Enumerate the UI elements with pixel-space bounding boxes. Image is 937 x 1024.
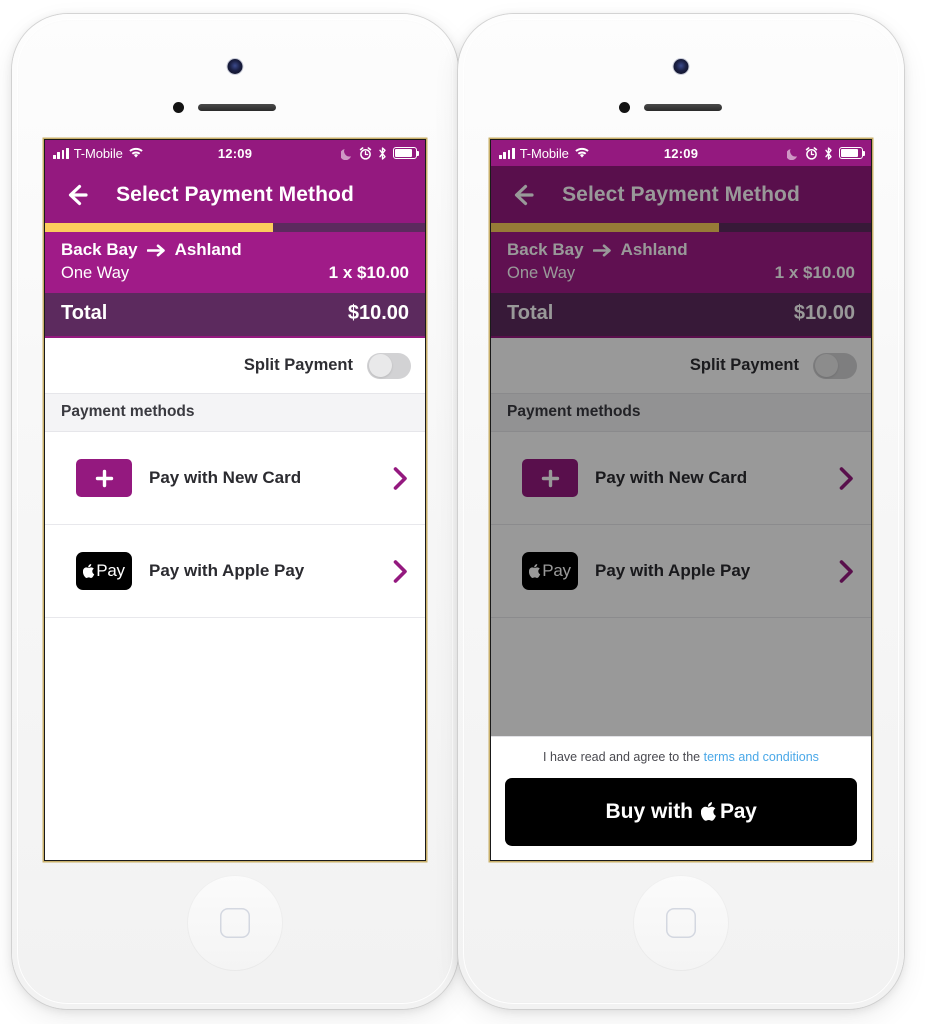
split-payment-label: Split Payment <box>243 356 353 374</box>
terms-prefix: I have read and agree to the <box>543 749 704 764</box>
apple-logo-icon <box>701 801 716 821</box>
trip-summary: Back Bay Ashland One Way 1 x $10.00 <box>45 232 425 293</box>
do-not-disturb-moon-icon <box>341 148 351 160</box>
earpiece-speaker-icon <box>644 104 722 111</box>
payment-method-row-new-card[interactable]: Pay with New Card <box>45 432 425 525</box>
nav-bar: Select Payment Method <box>491 166 871 223</box>
right-arrow-icon <box>146 244 165 256</box>
trip-origin: Back Bay <box>507 240 584 259</box>
back-arrow-icon[interactable] <box>61 180 91 210</box>
payment-methods-list: Pay with New Card Pay Pay with Apple Pay <box>45 432 425 860</box>
back-arrow-icon[interactable] <box>507 180 537 210</box>
apple-pay-text: Pay <box>96 561 125 580</box>
battery-icon <box>393 147 420 159</box>
phone-device-left: T-Mobile 12:09 Select Payment Method Bac… <box>12 14 458 1009</box>
trip-destination: Ashland <box>620 240 688 259</box>
status-bar: T-Mobile 12:09 <box>45 140 425 166</box>
home-button-square-icon <box>220 908 250 938</box>
home-button-square-icon <box>666 908 696 938</box>
apple-pay-text: Pay <box>542 561 571 580</box>
chevron-right-icon <box>839 559 853 583</box>
buy-with-apple-pay-button[interactable]: Buy with Pay <box>505 778 857 846</box>
alarm-clock-icon <box>805 146 818 160</box>
bluetooth-icon <box>825 146 832 160</box>
payment-method-label: Pay with New Card <box>149 468 302 487</box>
checkout-progress-bar <box>491 223 871 232</box>
nav-bar: Select Payment Method <box>45 166 425 223</box>
status-bar: T-Mobile 12:09 <box>491 140 871 166</box>
phone-screen-right: T-Mobile 12:09 Select Payment Method Bac… <box>490 139 872 861</box>
page-title: Select Payment Method <box>562 182 800 206</box>
progress-fill <box>491 223 719 232</box>
payment-methods-section-title: Payment methods <box>45 393 425 432</box>
chevron-right-icon <box>839 466 853 490</box>
total-amount: $10.00 <box>347 302 409 324</box>
trip-destination: Ashland <box>174 240 242 259</box>
trip-route: Back Bay Ashland <box>61 240 409 260</box>
split-payment-toggle <box>813 352 857 379</box>
trip-type: One Way <box>507 264 576 282</box>
plus-card-icon <box>76 459 132 497</box>
trip-quantity-price: 1 x $10.00 <box>774 263 855 282</box>
page-title: Select Payment Method <box>116 182 354 206</box>
buy-button-prefix: Buy with <box>605 800 694 823</box>
right-arrow-icon <box>592 244 611 256</box>
screenshot-stage: T-Mobile 12:09 Select Payment Method Bac… <box>0 0 937 1024</box>
alarm-clock-icon <box>359 146 372 160</box>
buy-button-pay-text: Pay <box>720 800 757 823</box>
chevron-right-icon <box>393 559 407 583</box>
payment-method-row-new-card: Pay with New Card <box>491 432 871 525</box>
total-amount: $10.00 <box>793 302 855 324</box>
phone-screen-left: T-Mobile 12:09 Select Payment Method Bac… <box>44 139 426 861</box>
total-row: Total $10.00 <box>491 293 871 338</box>
terms-and-conditions-link[interactable]: terms and conditions <box>704 750 819 764</box>
apple-pay-logo-icon: Pay <box>76 552 132 590</box>
home-button[interactable] <box>633 875 729 971</box>
total-label: Total <box>61 302 108 324</box>
earpiece-speaker-icon <box>198 104 276 111</box>
terms-agreement-text: I have read and agree to the terms and c… <box>505 749 857 765</box>
apple-pay-action-sheet: I have read and agree to the terms and c… <box>491 735 871 860</box>
do-not-disturb-moon-icon <box>787 148 797 160</box>
home-button[interactable] <box>187 875 283 971</box>
proximity-sensor-icon <box>619 102 630 113</box>
progress-fill <box>45 223 273 232</box>
payment-method-label: Pay with Apple Pay <box>595 561 751 580</box>
plus-card-icon <box>522 459 578 497</box>
battery-icon <box>839 147 866 159</box>
trip-quantity-price: 1 x $10.00 <box>328 263 409 282</box>
payment-method-label: Pay with Apple Pay <box>149 561 305 580</box>
payment-methods-section-title: Payment methods <box>491 393 871 432</box>
payment-method-label: Pay with New Card <box>595 468 748 487</box>
apple-pay-logo-icon: Pay <box>522 552 578 590</box>
checkout-progress-bar <box>45 223 425 232</box>
payment-method-row-apple-pay: Pay Pay with Apple Pay <box>491 525 871 618</box>
proximity-sensor-icon <box>173 102 184 113</box>
total-label: Total <box>507 302 554 324</box>
front-camera-icon <box>673 59 689 74</box>
trip-origin: Back Bay <box>61 240 138 259</box>
trip-route: Back Bay Ashland <box>507 240 855 260</box>
front-camera-icon <box>227 59 243 74</box>
trip-summary: Back Bay Ashland One Way 1 x $10.00 <box>491 232 871 293</box>
split-payment-row: Split Payment <box>491 338 871 393</box>
split-payment-row[interactable]: Split Payment <box>45 338 425 393</box>
trip-type: One Way <box>61 264 130 282</box>
split-payment-toggle[interactable] <box>367 352 411 379</box>
phone-device-right: T-Mobile 12:09 Select Payment Method Bac… <box>458 14 904 1009</box>
payment-method-row-apple-pay[interactable]: Pay Pay with Apple Pay <box>45 525 425 618</box>
bluetooth-icon <box>379 146 386 160</box>
total-row: Total $10.00 <box>45 293 425 338</box>
split-payment-label: Split Payment <box>689 356 799 374</box>
chevron-right-icon <box>393 466 407 490</box>
